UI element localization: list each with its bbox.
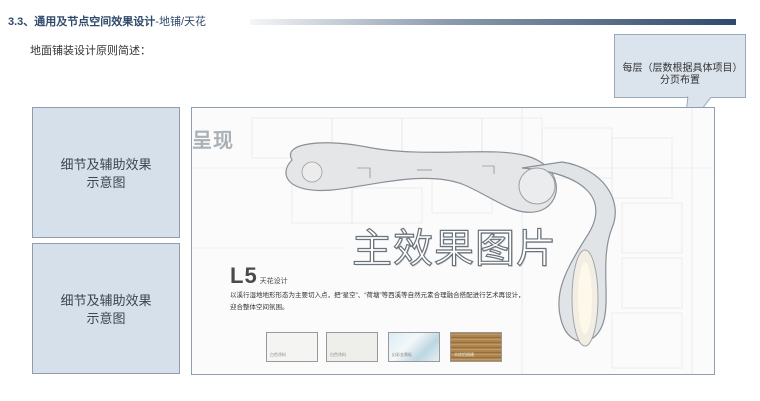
material-swatch-label-3: 幻彩金属板 bbox=[392, 352, 412, 357]
callout-text: 每层（层数根据具体项目）分页布置 bbox=[622, 63, 738, 86]
material-swatch-label-4: 木纹铝格栅 bbox=[454, 352, 474, 357]
material-swatch-1: 白色涂料 bbox=[266, 332, 318, 362]
section-title-text: 3.3、通用及节点空间效果设计 bbox=[8, 16, 156, 28]
subheading: 地面铺装设计原则简述： bbox=[30, 45, 151, 57]
stamp-present: 呈现 bbox=[192, 130, 234, 152]
section-title: 3.3、通用及节点空间效果设计-地铺/天花 bbox=[8, 13, 206, 29]
level-name: 天花设计 bbox=[259, 278, 288, 285]
material-swatch-2: 白色涂料 bbox=[326, 332, 378, 362]
material-swatch-4: 木纹铝格栅 bbox=[450, 332, 502, 362]
callout-note: 每层（层数根据具体项目）分页布置 bbox=[614, 34, 746, 98]
title-rule bbox=[250, 19, 736, 25]
material-swatch-label-1: 白色涂料 bbox=[270, 352, 286, 357]
detail-image-label-2: 细节及辅助效果 示意图 bbox=[60, 293, 152, 326]
level-code: L5 bbox=[230, 263, 258, 288]
main-effect-label: 主效果图片 bbox=[351, 225, 557, 272]
section-title-suffix: -地铺/天花 bbox=[155, 16, 207, 28]
detail-image-label-1: 细节及辅助效果 示意图 bbox=[60, 157, 152, 190]
main-effect-image[interactable]: 呈现 主效果图片 L5 天花设计 以溪行湿地地形形态为主要切入点，把“星空”、“荷… bbox=[191, 107, 715, 375]
material-swatch-label-2: 白色涂料 bbox=[330, 352, 346, 357]
detail-image-placeholder-1[interactable]: 细节及辅助效果 示意图 bbox=[32, 107, 180, 238]
material-swatch-3: 幻彩金属板 bbox=[388, 332, 440, 362]
level-heading: L5 天花设计 bbox=[230, 263, 288, 289]
detail-image-placeholder-2[interactable]: 细节及辅助效果 示意图 bbox=[32, 243, 180, 374]
design-description: 以溪行湿地地形形态为主要切入点，把“星空”、“荷塘”等西溪等自然元素合理融合搭配… bbox=[230, 292, 525, 311]
